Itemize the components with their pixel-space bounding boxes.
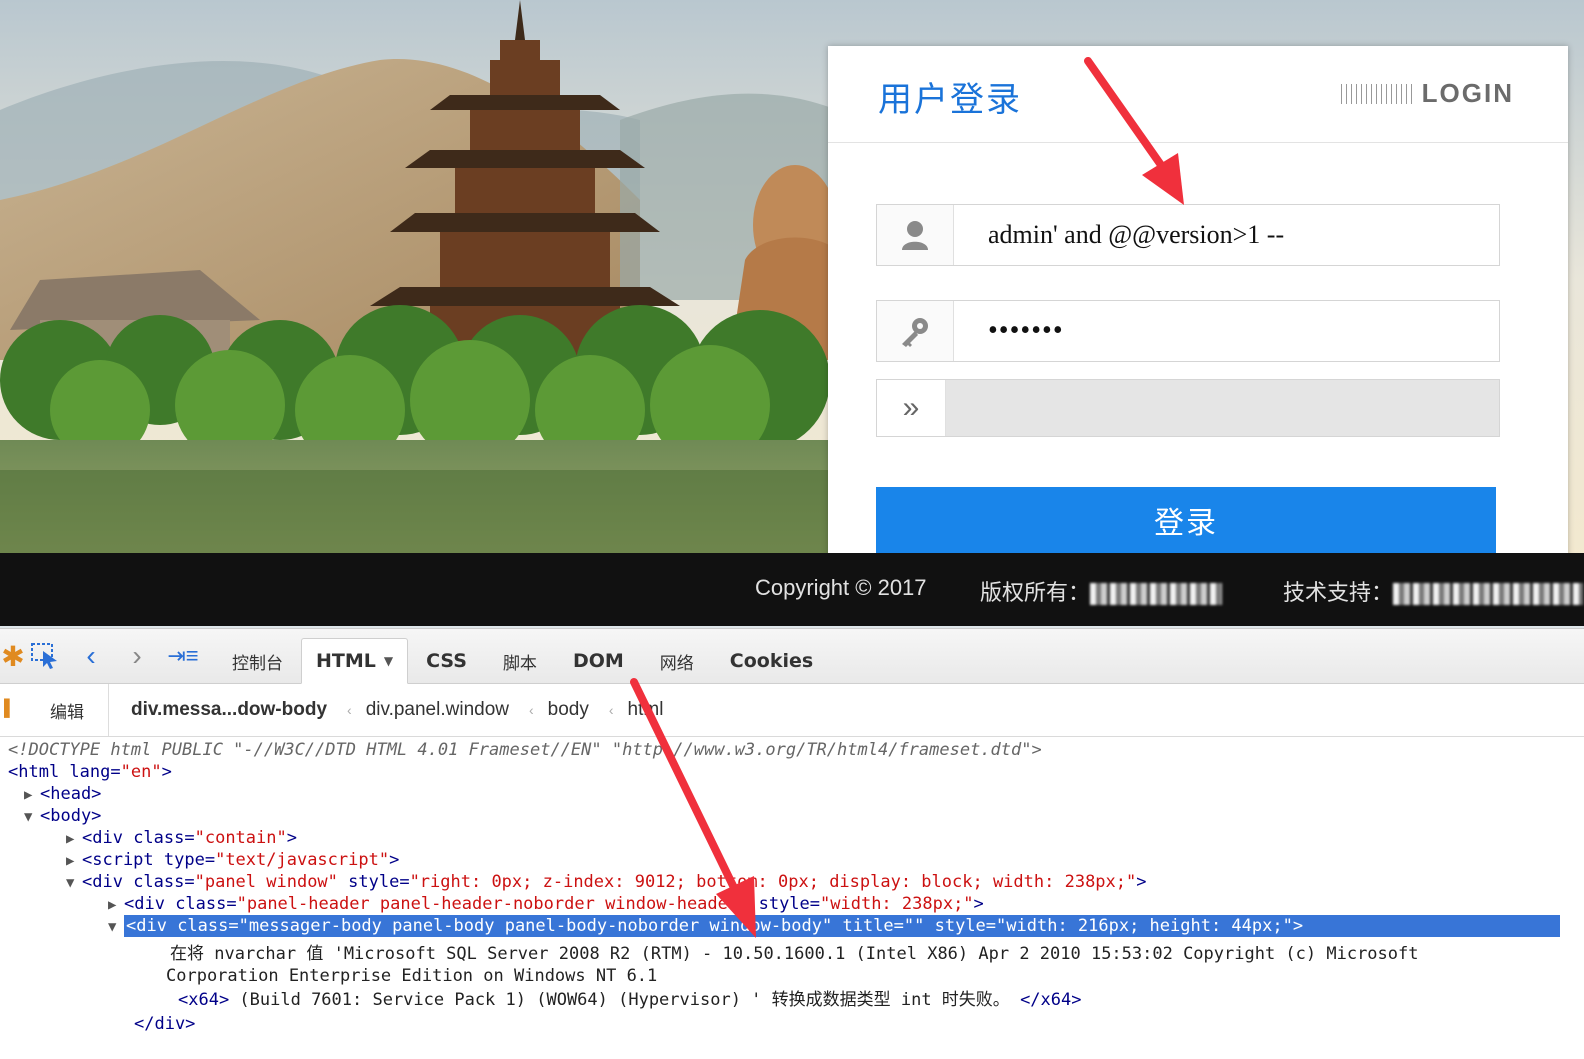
selected-node-highlight: <div class="messager-body panel-body pan… — [124, 915, 1560, 937]
error-text-line-2: Corporation Enterprise Edition on Window… — [166, 966, 658, 986]
tree-node-panel-header[interactable]: ▶ <div class="panel-header panel-header-n… — [108, 893, 984, 915]
collapse-triangle-icon[interactable]: ▼ — [66, 872, 82, 894]
tree-node-div-contain[interactable]: ▶ <div class="contain"> — [66, 827, 297, 849]
forward-icon[interactable]: › — [114, 629, 160, 683]
breadcrumb-item[interactable]: ‹ html — [609, 699, 664, 721]
outline-icon[interactable]: ⇥≡ — [160, 629, 206, 683]
devtools-toolbar: ✱ ‹ › ⇥≡ 控制台 HTML ▼ CSS 脚本 DOM 网络 Cookies — [0, 629, 1584, 684]
slider-handle-icon[interactable]: » — [877, 380, 946, 436]
tree-node-html[interactable]: <html lang="en"> — [8, 761, 172, 783]
panel-indicator-icon: ▌ — [4, 700, 16, 717]
devtools-tabs: 控制台 HTML ▼ CSS 脚本 DOM 网络 Cookies — [214, 629, 831, 684]
footer: Copyright © 2017 版权所有： 技术支持： — [0, 553, 1584, 626]
tree-node-panel-window[interactable]: ▼ <div class="panel window" style="right:… — [66, 871, 1147, 893]
breadcrumb-item[interactable]: ‹ body — [529, 699, 589, 721]
tab-console[interactable]: 控制台 — [214, 639, 301, 683]
redacted-owner — [1090, 583, 1223, 605]
breadcrumb-item[interactable]: div.messa...dow-body — [131, 699, 327, 721]
tree-node-close-div: </div> — [134, 1014, 196, 1034]
expand-triangle-icon[interactable]: ▶ — [66, 828, 82, 850]
breadcrumb: ▌ 编辑 div.messa...dow-body ‹ div.panel.win… — [0, 684, 1584, 737]
edit-button[interactable]: 编辑 — [0, 684, 109, 736]
html-tree: <!DOCTYPE html PUBLIC "-//W3C//DTD HTML … — [0, 737, 1584, 1059]
tab-cookies[interactable]: Cookies — [712, 639, 831, 683]
footer-rights-label: 版权所有： — [980, 581, 1091, 606]
collapse-triangle-icon[interactable]: ▼ — [24, 806, 40, 828]
footer-support: 技术支持： — [1283, 575, 1584, 607]
devtools-panel: ✱ ‹ › ⇥≡ 控制台 HTML ▼ CSS 脚本 DOM 网络 Cookies… — [0, 628, 1584, 1059]
expand-triangle-icon[interactable]: ▶ — [24, 784, 40, 806]
doctype-line: <!DOCTYPE html PUBLIC "-//W3C//DTD HTML … — [8, 740, 1042, 760]
login-brand: LOGIN — [1340, 78, 1514, 109]
brand-bars-decoration — [1340, 83, 1412, 104]
back-icon[interactable]: ‹ — [68, 629, 114, 683]
tab-css[interactable]: CSS — [408, 639, 485, 683]
footer-copyright: Copyright © 2017 — [755, 575, 927, 600]
footer-support-label: 技术支持： — [1283, 581, 1394, 606]
expand-triangle-icon[interactable]: ▶ — [108, 894, 124, 916]
user-icon — [877, 205, 954, 265]
login-page: 用户登录 LOGIN admin' and @@version>1 -- •••… — [0, 0, 1584, 628]
tree-node-head[interactable]: ▶ <head> — [24, 783, 101, 805]
username-input[interactable]: admin' and @@version>1 -- — [954, 205, 1499, 265]
tree-node-script[interactable]: ▶ <script type="text/javascript"> — [66, 849, 399, 871]
password-input[interactable]: ••••••• — [954, 301, 1499, 361]
tree-node-body[interactable]: ▼ <body> — [24, 805, 101, 827]
login-card: 用户登录 LOGIN admin' and @@version>1 -- •••… — [828, 46, 1568, 566]
expand-triangle-icon[interactable]: ▶ — [66, 850, 82, 872]
tab-network[interactable]: 网络 — [642, 639, 712, 683]
error-text-line-1: 在将 nvarchar 值 'Microsoft SQL Server 2008… — [170, 944, 1419, 964]
redacted-support — [1393, 583, 1584, 605]
tab-html-label: HTML — [316, 650, 376, 672]
password-field[interactable]: ••••••• — [876, 300, 1500, 362]
key-icon — [877, 301, 954, 361]
tab-script[interactable]: 脚本 — [485, 639, 555, 683]
slider-track[interactable] — [946, 380, 1499, 436]
tab-dom[interactable]: DOM — [555, 639, 642, 683]
breadcrumb-separator-icon: ‹ — [529, 702, 534, 718]
firebug-icon[interactable]: ✱ — [1, 629, 24, 683]
breadcrumb-separator-icon: ‹ — [347, 702, 352, 718]
error-text-line-3: <x64> (Build 7601: Service Pack 1) (WOW6… — [178, 990, 1082, 1010]
inspect-icon[interactable] — [22, 629, 68, 683]
captcha-slider[interactable]: » — [876, 379, 1500, 437]
breadcrumb-separator-icon: ‹ — [608, 702, 614, 718]
brand-word: LOGIN — [1421, 78, 1514, 108]
tab-html[interactable]: HTML ▼ — [301, 638, 409, 684]
breadcrumb-item[interactable]: ‹ div.panel.window — [347, 699, 509, 721]
login-title: 用户登录 — [878, 81, 1022, 119]
chevron-down-icon[interactable]: ▼ — [384, 654, 393, 668]
login-card-header: 用户登录 LOGIN — [828, 46, 1568, 143]
login-button[interactable]: 登录 — [876, 487, 1496, 553]
collapse-triangle-icon[interactable]: ▼ — [108, 916, 124, 938]
tree-node-messager-body[interactable]: ▼ <div class="messager-body panel-body pa… — [108, 915, 1560, 937]
username-field[interactable]: admin' and @@version>1 -- — [876, 204, 1500, 266]
footer-rights: 版权所有： — [980, 575, 1223, 607]
